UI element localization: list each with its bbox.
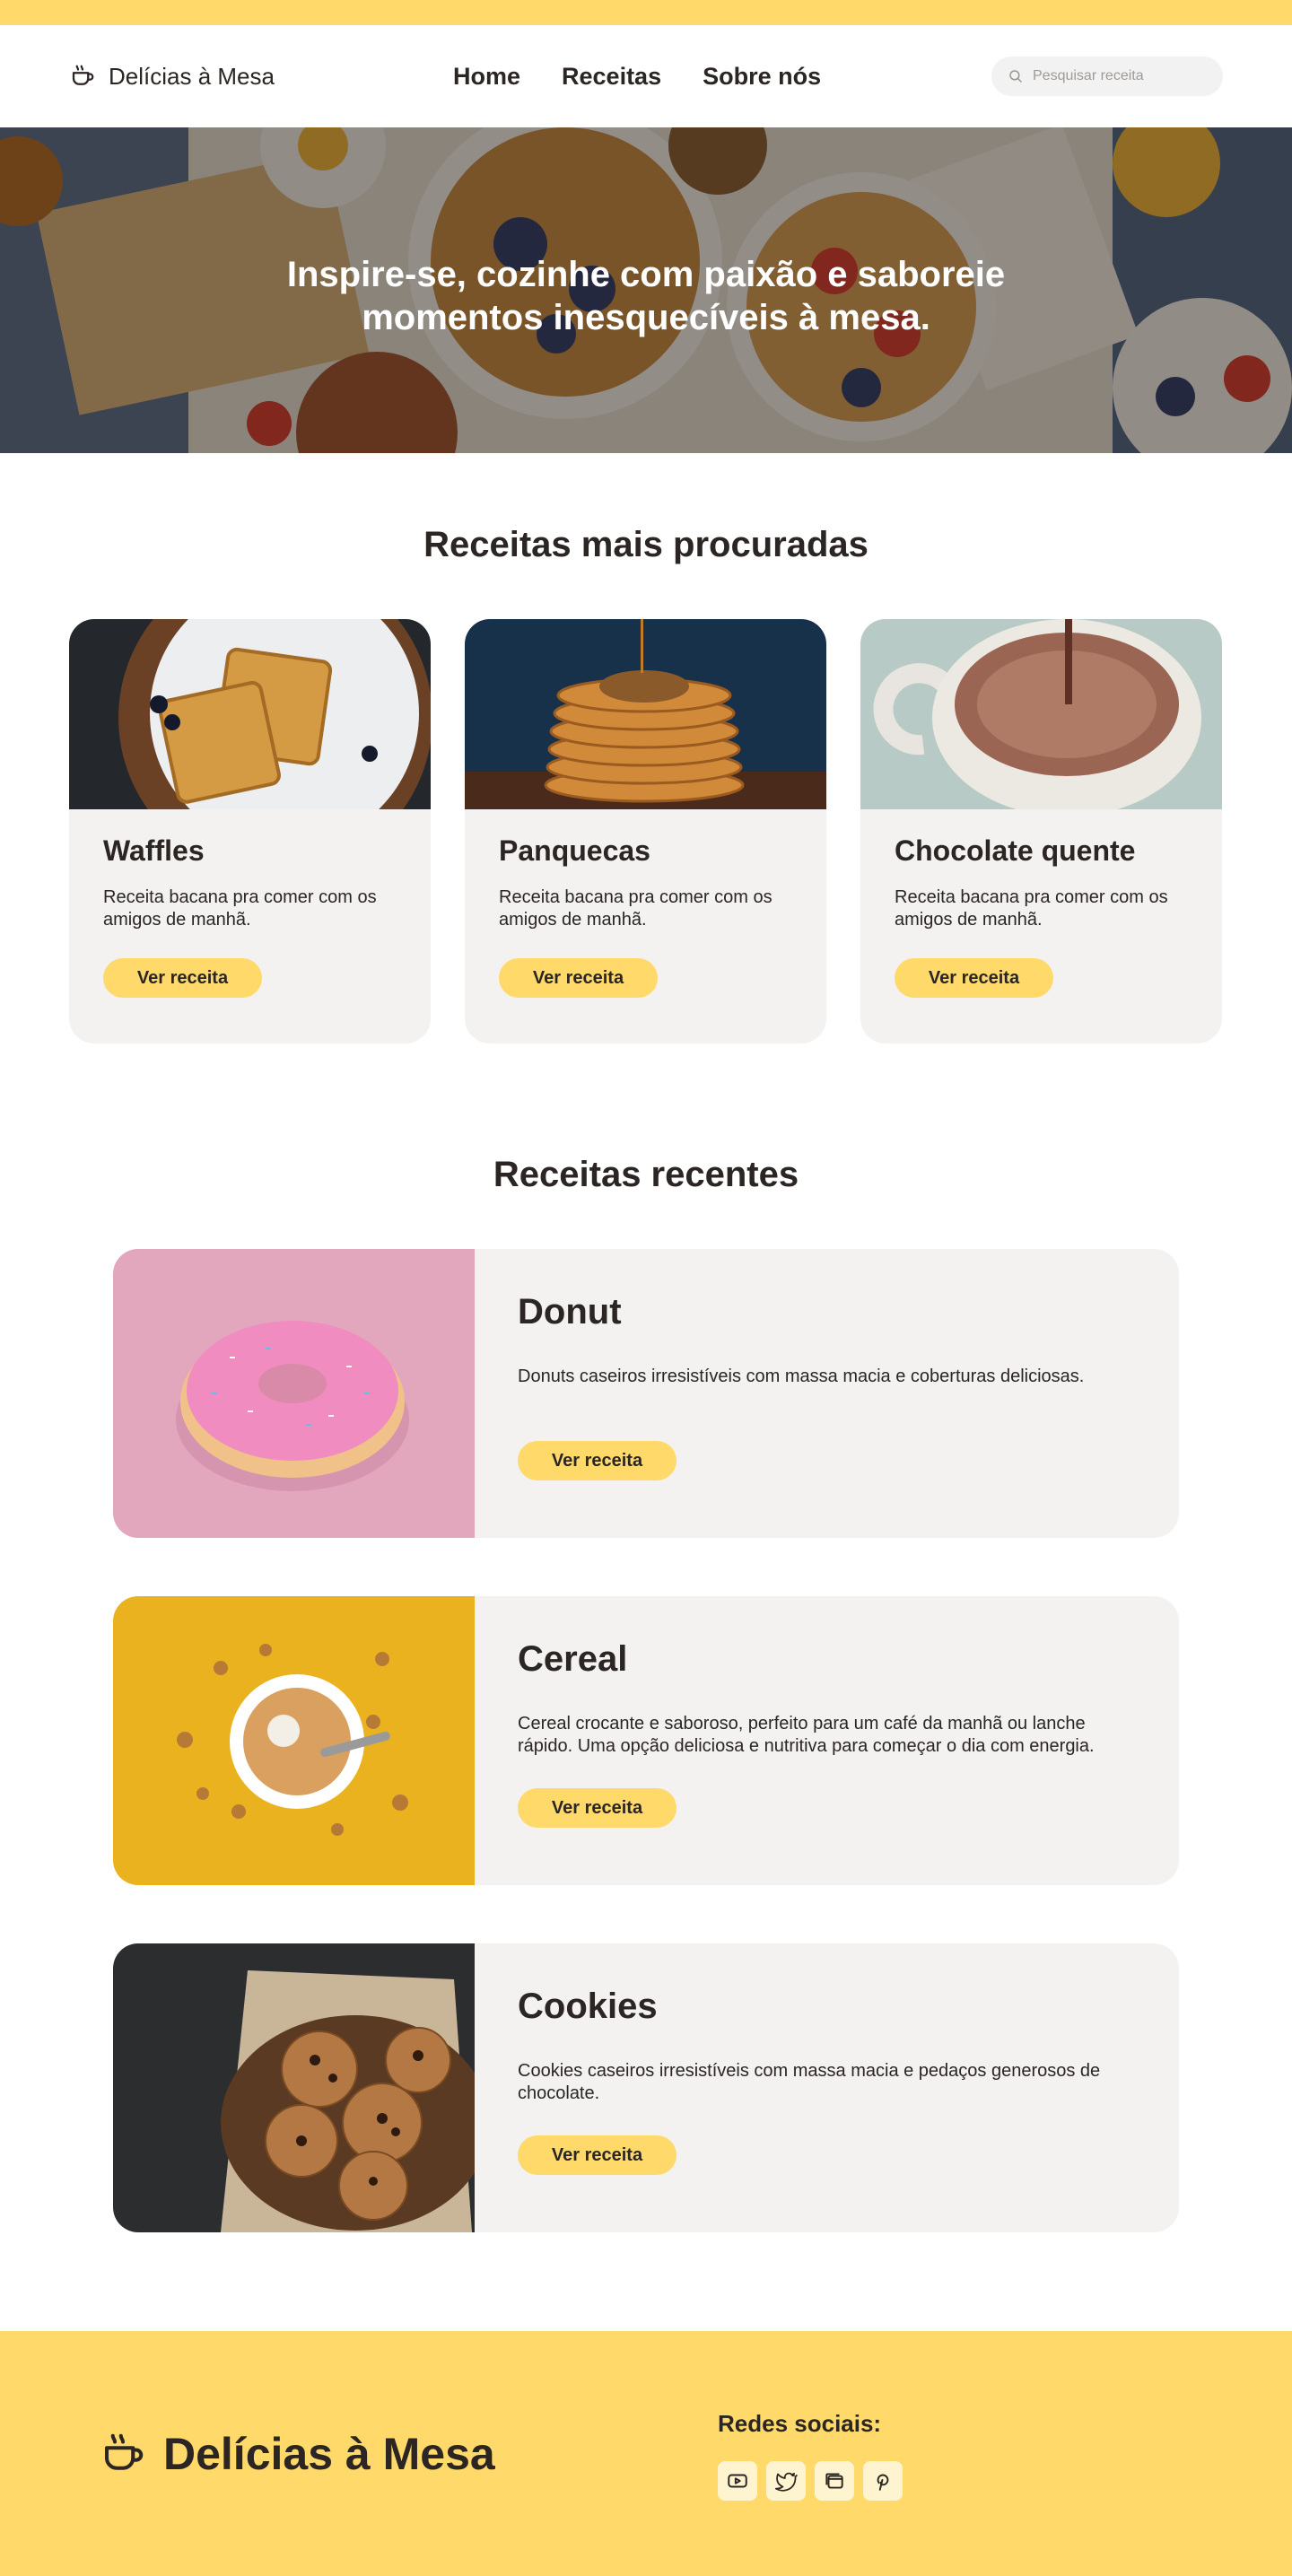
panquecas-image xyxy=(465,619,826,809)
recent-item-title: Donut xyxy=(518,1292,622,1332)
recipe-card-title: Waffles xyxy=(103,834,205,867)
recipe-card-description: Receita bacana pra comer com os amigos d… xyxy=(103,887,377,930)
recipe-card-waffles: Waffles Receita bacana pra comer com os … xyxy=(69,619,431,1043)
recipe-card-title: Panquecas xyxy=(499,834,650,867)
nav-sobre-nos[interactable]: Sobre nós xyxy=(703,63,821,91)
recipe-card-description: Receita bacana pra comer com os amigos d… xyxy=(499,887,773,930)
donut-image xyxy=(113,1249,475,1538)
cookies-image xyxy=(113,1943,475,2232)
nav-home[interactable]: Home xyxy=(453,63,520,91)
ver-receita-button[interactable]: Ver receita xyxy=(518,1788,677,1828)
popular-section-title: Receitas mais procuradas xyxy=(423,525,869,564)
hero-headline: Inspire-se, cozinhe com paixão e saborei… xyxy=(286,255,1006,337)
search-icon xyxy=(1009,70,1022,83)
recent-recipes-section: Receitas recentes Donut Donuts caseiros … xyxy=(0,1043,1292,2232)
hero-banner: Inspire-se, cozinhe com paixão e saborei… xyxy=(0,127,1292,453)
recipe-card-title: Chocolate quente xyxy=(895,834,1136,867)
waffles-image xyxy=(69,619,431,809)
recent-item-description: Cookies caseiros irresistíveis com massa… xyxy=(518,2061,1101,2103)
twitter-icon[interactable] xyxy=(766,2461,806,2501)
recipe-card-description: Receita bacana pra comer com os amigos d… xyxy=(895,887,1168,930)
cup-icon xyxy=(104,2433,144,2470)
footer-brand[interactable]: Delícias à Mesa xyxy=(99,2428,495,2480)
recent-item-description: Donuts caseiros irresistíveis com massa … xyxy=(518,1367,1085,1386)
recent-item-description: Cereal crocante e saboroso, perfeito par… xyxy=(518,1714,1095,1756)
browser-icon[interactable] xyxy=(815,2461,854,2501)
search-box[interactable] xyxy=(991,57,1223,96)
social-section: Redes sociais: xyxy=(718,2410,903,2501)
ver-receita-button[interactable]: Ver receita xyxy=(518,1441,677,1480)
main-nav: Home Receitas Sobre nós xyxy=(453,63,821,91)
popular-recipes-section: Receitas mais procuradas Waffles Receita… xyxy=(0,453,1292,1043)
cereal-image xyxy=(113,1596,475,1885)
recent-item-donut: Donut Donuts caseiros irresistíveis com … xyxy=(113,1249,1179,1538)
recent-section-title: Receitas recentes xyxy=(493,1155,799,1194)
ver-receita-button[interactable]: Ver receita xyxy=(103,958,262,998)
pinterest-icon[interactable] xyxy=(863,2461,903,2501)
ver-receita-button[interactable]: Ver receita xyxy=(499,958,658,998)
ver-receita-button[interactable]: Ver receita xyxy=(518,2135,677,2175)
top-accent-bar xyxy=(0,0,1292,25)
recipe-card-chocolate-quente: Chocolate quente Receita bacana pra come… xyxy=(860,619,1222,1043)
social-title: Redes sociais: xyxy=(718,2410,882,2437)
recent-item-cereal: Cereal Cereal crocante e saboroso, perfe… xyxy=(113,1596,1179,1885)
brand-logo[interactable]: Delícias à Mesa xyxy=(69,63,275,91)
recent-item-title: Cereal xyxy=(518,1639,628,1679)
recipe-card-panquecas: Panquecas Receita bacana pra comer com o… xyxy=(465,619,826,1043)
nav-receitas[interactable]: Receitas xyxy=(562,63,661,91)
site-footer: Delícias à Mesa Redes sociais: xyxy=(0,2331,1292,2576)
chocolate-quente-image xyxy=(860,619,1222,809)
brand-name: Delícias à Mesa xyxy=(109,62,275,90)
ver-receita-button[interactable]: Ver receita xyxy=(895,958,1053,998)
youtube-icon[interactable] xyxy=(718,2461,757,2501)
recent-item-cookies: Cookies Cookies caseiros irresistíveis c… xyxy=(113,1943,1179,2232)
recent-item-title: Cookies xyxy=(518,1987,658,2026)
search-input[interactable] xyxy=(1033,68,1207,84)
cup-icon xyxy=(72,65,94,85)
footer-brand-name: Delícias à Mesa xyxy=(163,2429,495,2479)
site-header: Delícias à Mesa Home Receitas Sobre nós xyxy=(0,25,1292,127)
